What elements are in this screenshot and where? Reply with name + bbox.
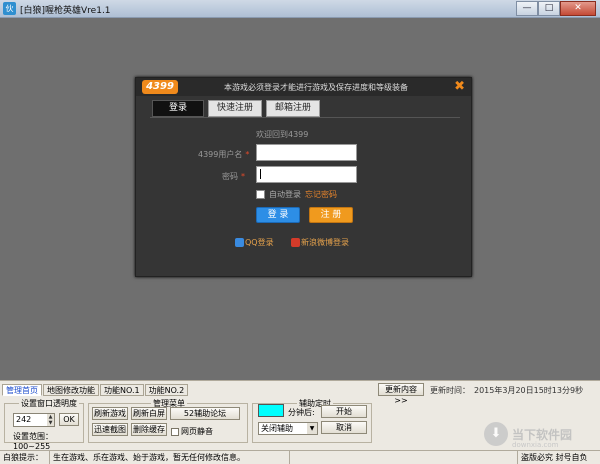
- weibo-icon: [291, 238, 300, 247]
- required-mark: *: [245, 150, 250, 159]
- tab-home[interactable]: 管理首页: [2, 384, 42, 396]
- panel-tabs: 管理首页 地图修改功能 功能NO.1 功能NO.2: [2, 384, 189, 396]
- dialog-close-icon[interactable]: ✖: [454, 79, 465, 94]
- tab-map-edit[interactable]: 地图修改功能: [43, 384, 99, 396]
- status-cell-warning: 盗版必究 封号自负: [521, 453, 588, 462]
- update-content-button[interactable]: 更新内容>>: [378, 383, 424, 405]
- assist-select-value: 关闭辅助: [261, 424, 293, 433]
- minimize-button[interactable]: —: [516, 1, 538, 16]
- transparency-label: 设置窗口透明度: [19, 398, 79, 409]
- required-mark: *: [241, 172, 245, 181]
- login-button[interactable]: 登 录: [256, 207, 300, 223]
- tab-quick-register[interactable]: 快速注册: [208, 100, 263, 117]
- tab-function-1[interactable]: 功能NO.1: [100, 384, 144, 396]
- password-label: 密码 *: [222, 171, 245, 182]
- password-label-text: 密码: [222, 172, 238, 181]
- tab-login[interactable]: 登录: [152, 100, 204, 117]
- clear-cache-button[interactable]: 删除缓存: [131, 423, 167, 436]
- chevron-down-icon[interactable]: ▼: [307, 423, 317, 434]
- maximize-button[interactable]: □: [538, 1, 560, 16]
- transparency-spinner[interactable]: 242 ▲ ▼: [13, 413, 55, 427]
- mute-row: 网页静音: [171, 426, 213, 437]
- color-swatch[interactable]: [258, 404, 284, 417]
- qq-icon: [235, 238, 244, 247]
- update-time-label: 更新时间：: [430, 386, 470, 395]
- transparency-ok-button[interactable]: OK: [59, 413, 79, 426]
- window-controls: — □ ✕: [516, 1, 596, 16]
- register-button[interactable]: 注 册: [309, 207, 353, 223]
- assist-select[interactable]: 关闭辅助 ▼: [258, 422, 318, 435]
- login-dialog: 4399 本游戏必须登录才能进行游戏及保存进度和等级装备 ✖ 登录 快速注册 邮…: [135, 77, 472, 277]
- login-tabs: 登录 快速注册 邮箱注册: [152, 100, 324, 117]
- username-label-text: 4399用户名: [198, 150, 243, 159]
- refresh-white-screen-button[interactable]: 刷新白屏: [131, 407, 167, 420]
- screenshot-button[interactable]: 迅速截图: [92, 423, 128, 436]
- forum-button[interactable]: 52辅助论坛: [170, 407, 240, 420]
- text-cursor: [260, 168, 261, 179]
- watermark-download-icon: ⬇: [484, 422, 508, 446]
- start-button[interactable]: 开始: [321, 405, 367, 418]
- cancel-button[interactable]: 取消: [321, 421, 367, 434]
- qq-login-label: QQ登录: [245, 238, 274, 247]
- update-time-value: 2015年3月20日15时13分9秒: [474, 386, 584, 395]
- mute-checkbox[interactable]: [171, 427, 179, 436]
- username-label: 4399用户名 *: [198, 149, 249, 160]
- window-title-bar: 伙 [白狼]喔枪英雄Vre1.1 — □ ✕: [0, 0, 600, 18]
- logo-4399: 4399: [142, 80, 178, 94]
- watermark-text: 当下软件园: [512, 427, 573, 442]
- window-title: [白狼]喔枪英雄Vre1.1: [20, 6, 111, 16]
- minutes-after-label: 分钟后:: [288, 408, 315, 417]
- forgot-password-link[interactable]: 忘记密码: [305, 189, 337, 200]
- status-cell-empty: [290, 451, 518, 464]
- auto-login-checkbox[interactable]: [256, 190, 265, 199]
- status-cell-label: 白狼提示：: [0, 451, 50, 464]
- management-menu-group: 管理菜单 刷新游戏 刷新白屏 52辅助论坛 迅速截图 删除缓存 网页静音: [88, 398, 248, 443]
- refresh-game-button[interactable]: 刷新游戏: [92, 407, 128, 420]
- auto-login-label: 自动登录: [269, 190, 301, 199]
- weibo-login-label: 新浪微博登录: [301, 238, 349, 247]
- mute-label: 网页静音: [181, 427, 213, 436]
- transparency-group: 设置窗口透明度 242 ▲ ▼ OK 设置范围：100~255: [4, 398, 84, 451]
- qq-login-link[interactable]: QQ登录: [235, 237, 274, 248]
- tab-email-register[interactable]: 邮箱注册: [266, 100, 321, 117]
- spinner-arrows-icon[interactable]: ▲ ▼: [47, 414, 54, 426]
- app-icon: 伙: [3, 2, 16, 15]
- transparency-range: 设置范围：100~255: [13, 432, 53, 451]
- password-input[interactable]: [256, 166, 357, 183]
- dialog-header: 4399 本游戏必须登录才能进行游戏及保存进度和等级装备 ✖: [136, 78, 471, 96]
- login-notice: 本游戏必须登录才能进行游戏及保存进度和等级装备: [224, 83, 408, 92]
- status-cell-message: 生在游戏、乐在游戏、始于游戏，暂无任何修改信息。: [50, 451, 290, 464]
- username-input[interactable]: [256, 144, 357, 161]
- transparency-value: 242: [16, 415, 32, 424]
- tab-function-2[interactable]: 功能NO.2: [144, 384, 189, 396]
- watermark-subtext: downxia.com: [512, 441, 559, 449]
- welcome-text: 欢迎回到4399: [256, 130, 309, 139]
- weibo-login-link[interactable]: 新浪微博登录: [291, 237, 349, 248]
- status-bar: 白狼提示： 生在游戏、乐在游戏、始于游戏，暂无任何修改信息。 盗版必究 封号自负: [0, 450, 600, 464]
- tab-divider: [150, 117, 460, 118]
- auto-login-row: 自动登录 忘记密码: [256, 189, 337, 200]
- close-window-button[interactable]: ✕: [560, 1, 596, 16]
